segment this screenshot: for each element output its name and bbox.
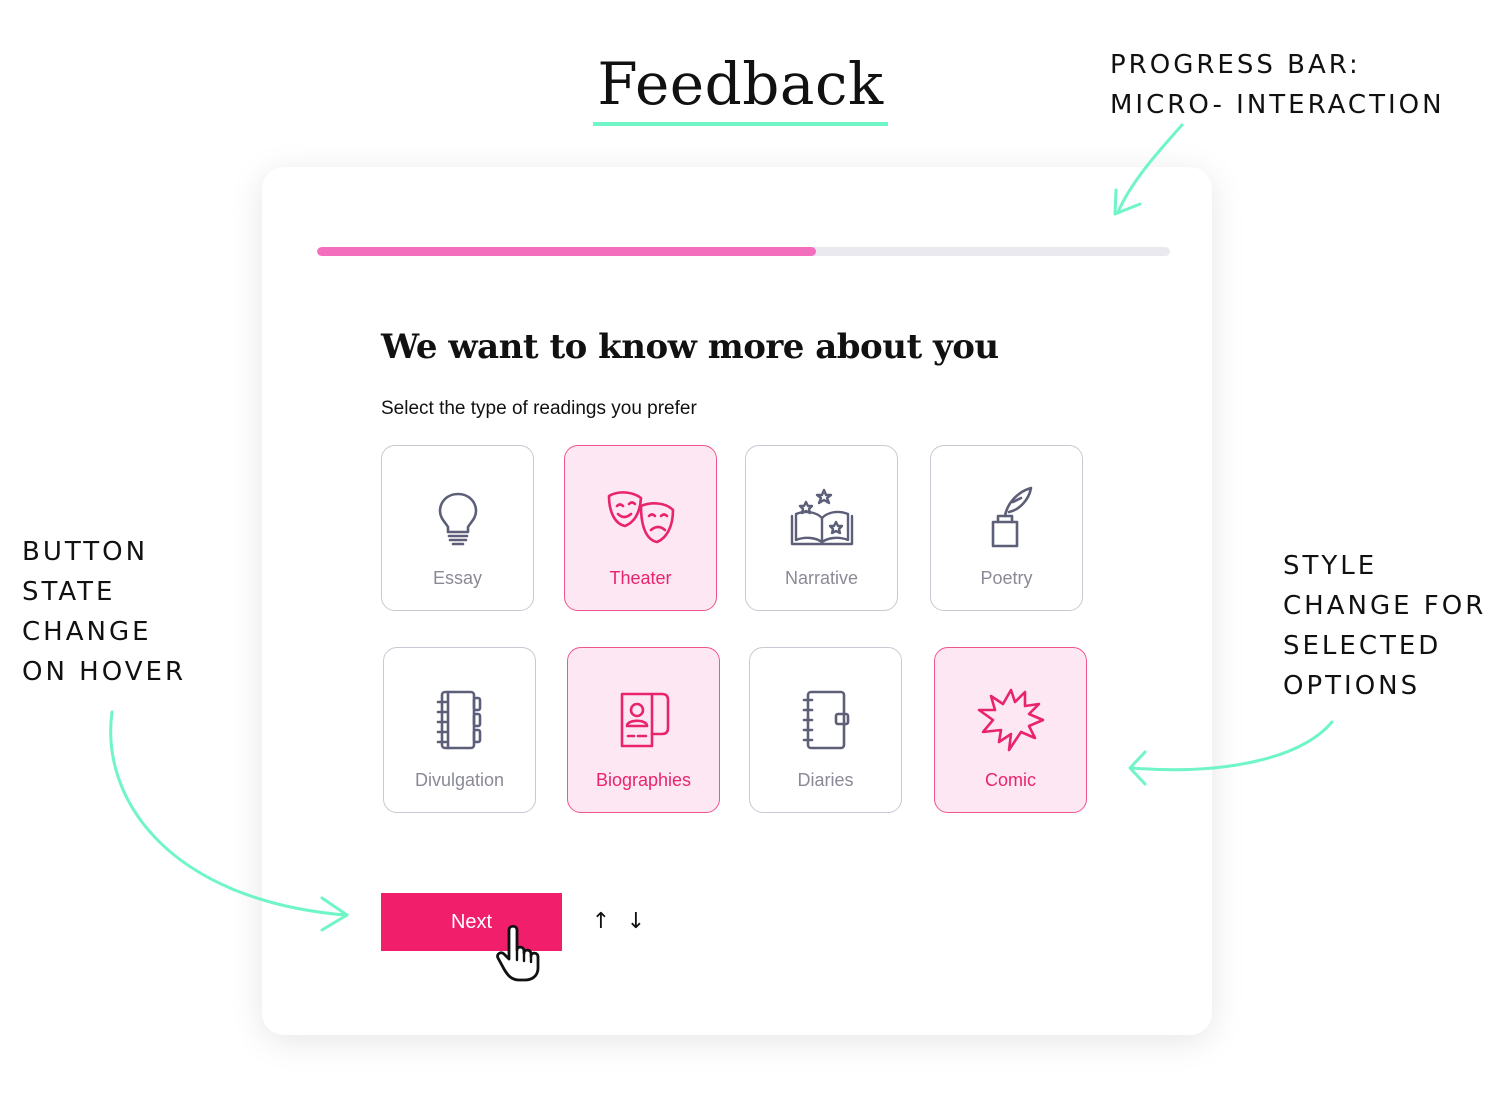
survey-card: We want to know more about you Select th…	[262, 167, 1212, 1035]
option-divulgation[interactable]: Divulgation	[383, 647, 536, 813]
annotation-line: CHANGE	[22, 617, 152, 647]
progress-bar	[317, 247, 1170, 256]
hand-pointer-icon	[496, 924, 540, 982]
title-underline	[593, 122, 888, 126]
option-label: Essay	[432, 568, 483, 588]
option-label: Diaries	[797, 770, 854, 790]
option-theater[interactable]: Theater	[564, 445, 717, 611]
option-biographies[interactable]: Biographies	[567, 647, 720, 813]
annotation-line: STYLE	[1283, 551, 1378, 581]
question-heading: We want to know more about you	[381, 327, 999, 367]
open-book-stars-icon	[790, 488, 853, 546]
option-poetry[interactable]: Poetry	[930, 445, 1083, 611]
quill-inkwell-icon	[991, 486, 1032, 548]
annotation-line: OPTIONS	[1283, 671, 1421, 701]
annotation-line: BUTTON	[22, 537, 149, 567]
option-label: Poetry	[980, 568, 1033, 588]
speech-burst-icon	[977, 688, 1044, 752]
annotation-line: CHANGE FOR	[1283, 591, 1487, 621]
annotation-line: MICRO- INTERACTION	[1110, 90, 1445, 120]
annotation-line: ON HOVER	[22, 657, 187, 687]
page-title: Feedback	[597, 50, 884, 118]
progress-bar-fill	[317, 247, 816, 256]
previous-question-button[interactable]: ↑	[589, 907, 613, 937]
option-essay[interactable]: Essay	[381, 445, 534, 611]
question-subheading: Select the type of readings you prefer	[381, 398, 697, 419]
theater-masks-icon	[607, 491, 674, 544]
option-narrative[interactable]: Narrative	[745, 445, 898, 611]
option-label: Narrative	[784, 568, 859, 588]
next-question-button[interactable]: ↓	[624, 907, 648, 937]
option-label: Theater	[609, 568, 672, 588]
option-comic[interactable]: Comic	[934, 647, 1087, 813]
annotation-line: STATE	[22, 577, 116, 607]
annotation-style-change: STYLE CHANGE FOR SELECTED OPTIONS	[1283, 546, 1486, 706]
annotation-button-state: BUTTON STATE CHANGE ON HOVER	[22, 532, 186, 692]
annotation-line: PROGRESS BAR:	[1110, 50, 1361, 80]
option-label: Comic	[984, 770, 1036, 790]
diary-icon	[802, 690, 849, 750]
contact-book-icon	[620, 692, 669, 748]
option-label: Biographies	[595, 770, 692, 790]
annotation-progress-bar: PROGRESS BAR: MICRO- INTERACTION	[1110, 45, 1445, 125]
option-diaries[interactable]: Diaries	[749, 647, 902, 813]
annotation-line: SELECTED	[1283, 631, 1442, 661]
option-label: Divulgation	[414, 770, 505, 790]
lightbulb-icon	[438, 492, 477, 546]
notebook-icon	[436, 690, 481, 750]
